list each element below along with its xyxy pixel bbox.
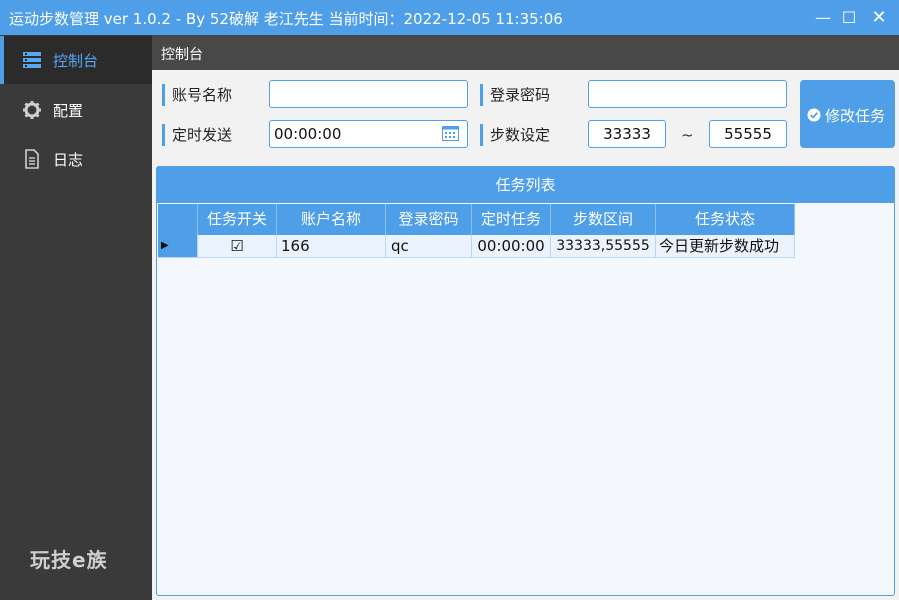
sidebar-item-label: 配置 <box>53 102 84 120</box>
modify-task-label: 修改任务 <box>825 107 886 125</box>
column-header-account[interactable]: 账户名称 <box>277 204 386 235</box>
maximize-button[interactable]: ☐ <box>834 0 864 35</box>
page-title: 控制台 <box>161 47 203 63</box>
sidebar-item-label: 日志 <box>53 151 84 169</box>
steps-label: 步数设定 <box>480 124 550 146</box>
sidebar: 控制台 配置 日志 玩技e族 <box>0 35 152 600</box>
column-header-status[interactable]: 任务状态 <box>656 204 795 235</box>
window-title: 运动步数管理 ver 1.0.2 - By 52破解 老江先生 当前时间：202… <box>9 10 563 28</box>
column-header-enabled[interactable]: 任务开关 <box>198 204 277 235</box>
calendar-icon[interactable] <box>442 125 459 141</box>
status-cell[interactable]: 今日更新步数成功 <box>656 235 795 258</box>
modify-task-button[interactable]: 修改任务 <box>800 80 895 148</box>
row-header-corner <box>158 204 198 235</box>
account-cell[interactable]: 166 <box>277 235 386 258</box>
task-list-title: 任务列表 <box>157 167 894 203</box>
steps-max-input[interactable]: 55555 <box>709 120 787 148</box>
gear-icon <box>23 101 41 119</box>
row-selector[interactable]: ▶ <box>158 235 198 258</box>
task-list-panel: 任务列表 任务开关 账户名称 登录密码 定时任务 步数区间 任务状态 ▶ ☑ 1… <box>156 166 895 596</box>
account-input[interactable] <box>269 80 468 108</box>
column-header-password[interactable]: 登录密码 <box>386 204 472 235</box>
page-header: 控制台 <box>152 35 899 70</box>
schedule-label: 定时发送 <box>162 124 232 146</box>
account-label: 账号名称 <box>162 84 232 106</box>
console-icon <box>23 52 41 68</box>
sidebar-item-log[interactable]: 日志 <box>0 135 152 183</box>
check-circle-icon <box>807 108 821 122</box>
brand-logo: 玩技e族 <box>30 548 108 572</box>
sidebar-item-label: 控制台 <box>53 52 99 70</box>
schedule-time-input[interactable]: 00:00:00 <box>269 120 468 148</box>
step-range-cell[interactable]: 33333,55555 <box>551 235 656 258</box>
account-cell-text: 166 <box>281 237 310 255</box>
schedule-cell[interactable]: 00:00:00 <box>472 235 551 258</box>
sidebar-item-config[interactable]: 配置 <box>0 86 152 134</box>
password-label: 登录密码 <box>480 84 550 106</box>
column-header-step-range[interactable]: 步数区间 <box>551 204 656 235</box>
password-input[interactable] <box>588 80 787 108</box>
password-cell-text: qc <box>391 237 409 255</box>
close-button[interactable]: ✕ <box>864 0 894 35</box>
column-header-schedule[interactable]: 定时任务 <box>472 204 551 235</box>
title-bar: 运动步数管理 ver 1.0.2 - By 52破解 老江先生 当前时间：202… <box>0 0 899 35</box>
sidebar-item-console[interactable]: 控制台 <box>0 36 152 84</box>
document-icon <box>25 149 39 169</box>
range-separator: ~ <box>681 126 694 144</box>
steps-min-input[interactable]: 33333 <box>588 120 666 148</box>
password-cell[interactable]: qc <box>386 235 472 258</box>
task-enabled-checkbox[interactable]: ☑ <box>198 235 277 258</box>
